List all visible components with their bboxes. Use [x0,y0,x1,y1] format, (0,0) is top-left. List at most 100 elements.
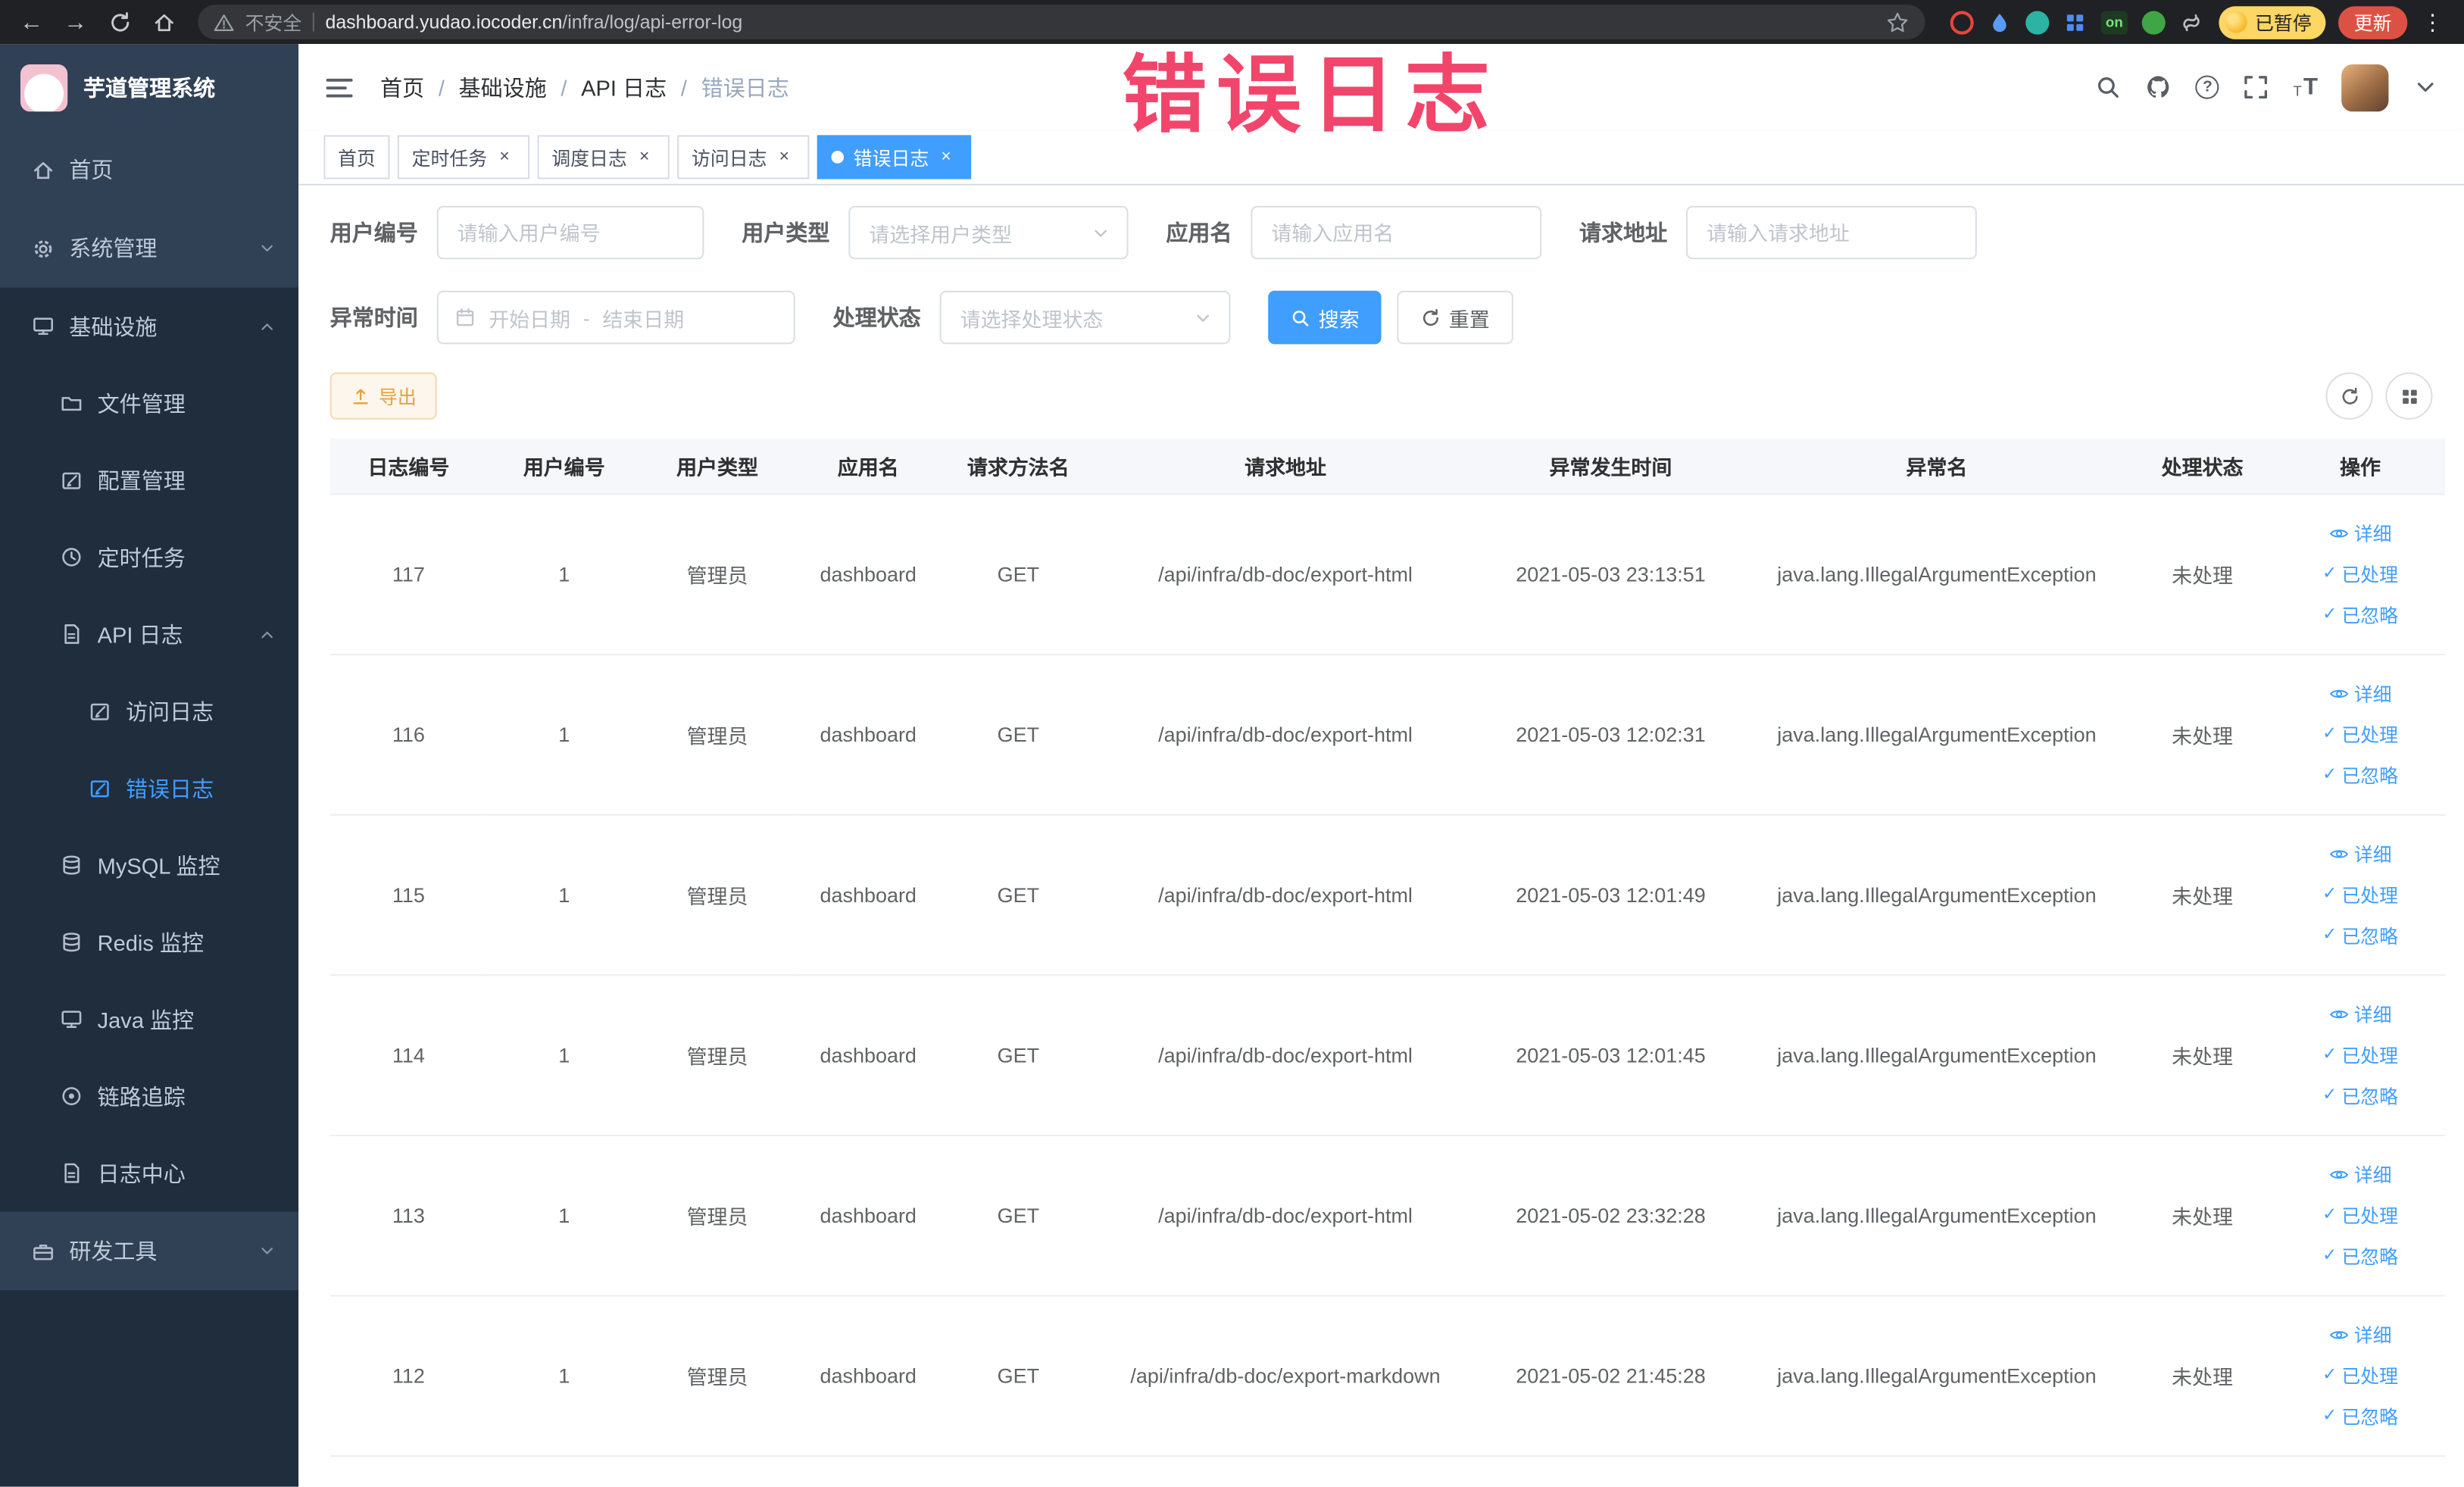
tab-home[interactable]: 首页 [323,135,390,180]
cell-method: GET [942,814,1094,976]
reset-button[interactable]: 重置 [1397,290,1513,345]
help-icon[interactable]: ? [2195,75,2220,99]
extension-icon[interactable] [1950,10,1974,34]
sidebar-item-file-management[interactable]: 文件管理 [0,364,298,442]
detail-link[interactable]: 详细 [2281,834,2438,875]
column-header: 操作 [2275,438,2446,495]
close-icon[interactable]: × [935,146,957,168]
detail-link[interactable]: 详细 [2281,673,2438,714]
cell-actions: 详细 ✓ 已处理 ✓ 已忽略 [2275,1295,2446,1457]
update-button[interactable]: 更新 [2338,5,2408,39]
sidebar-item-config-management[interactable]: 配置管理 [0,442,298,519]
user-id-label: 用户编号 [329,220,418,245]
breadcrumb-separator: / [561,74,567,100]
cell-exception: java.lang.IllegalArgumentException [1744,494,2130,656]
ignored-link[interactable]: ✓ 已忽略 [2281,1396,2438,1437]
ignored-link[interactable]: ✓ 已忽略 [2281,915,2438,956]
cell-exception: java.lang.IllegalArgumentException [1744,1135,2130,1297]
sidebar-filler [0,1290,299,1487]
column-settings-button[interactable] [2385,372,2433,420]
process-status-label: 处理状态 [832,305,921,330]
search-icon[interactable] [2095,74,2122,101]
detail-link[interactable]: 详细 [2281,1154,2438,1195]
column-header: 应用名 [793,438,943,495]
export-button[interactable]: 导出 [329,372,437,420]
detail-link[interactable]: 详细 [2281,513,2438,554]
reload-button[interactable] [101,3,139,41]
github-icon[interactable] [2146,74,2172,101]
sidebar-item-mysql-monitor[interactable]: MySQL 监控 [0,826,298,904]
logo[interactable]: 芋道管理系统 [0,44,298,130]
cell-actions: 详细 ✓ 已处理 ✓ 已忽略 [2275,814,2446,976]
sidebar-item-api-log[interactable]: API 日志 [0,595,298,673]
cell-app-name: dashboard [793,975,943,1136]
request-url-input[interactable] [1686,205,1977,260]
user-type-select[interactable]: 请选择用户类型 [848,205,1129,260]
detail-link[interactable]: 详细 [2281,994,2438,1035]
process-status-select[interactable]: 请选择处理状态 [939,290,1231,345]
extension-icon[interactable] [2025,10,2050,34]
tab-access-log[interactable]: 访问日志 × [677,135,810,180]
extension-icon[interactable] [2179,10,2203,33]
processed-link[interactable]: ✓ 已处理 [2281,554,2438,595]
cell-status: 未处理 [2129,975,2276,1136]
user-id-input[interactable] [436,205,704,260]
sidebar-item-log-center[interactable]: 日志中心 [0,1135,298,1212]
refresh-table-button[interactable] [2325,372,2373,420]
ignored-link[interactable]: ✓ 已忽略 [2281,595,2438,636]
sidebar-item-devtools[interactable]: 研发工具 [0,1212,298,1291]
breadcrumb-item[interactable]: 基础设施 [459,71,547,102]
extension-icon[interactable]: on [2100,10,2128,34]
table-header-row: 日志编号 用户编号 用户类型 应用名 请求方法名 请求地址 异常发生时间 异常名… [329,438,2446,495]
avatar[interactable] [2341,64,2389,111]
sidebar-item-java-monitor[interactable]: Java 监控 [0,981,298,1058]
sidebar-item-home[interactable]: 首页 [0,130,298,209]
breadcrumb-item[interactable]: API 日志 [581,71,667,102]
ignored-link[interactable]: ✓ 已忽略 [2281,1076,2438,1117]
close-icon[interactable]: × [633,146,655,168]
home-button[interactable] [145,3,183,41]
processed-link[interactable]: ✓ 已处理 [2281,1195,2438,1236]
extension-icon[interactable] [1988,10,2011,33]
processed-link[interactable]: ✓ 已处理 [2281,714,2438,755]
font-size-icon[interactable]: TT [2294,76,2319,99]
processed-link[interactable]: ✓ 已处理 [2281,1355,2438,1396]
forward-button[interactable]: → [57,3,95,41]
processed-link[interactable]: ✓ 已处理 [2281,875,2438,916]
bookmark-star-icon[interactable] [1885,10,1909,33]
ignored-link[interactable]: ✓ 已忽略 [2281,1236,2438,1277]
cell-log-id: 114 [329,975,488,1136]
date-range-picker[interactable]: 开始日期 - 结束日期 [436,290,795,345]
extension-icon[interactable] [2141,10,2166,34]
sidebar-item-scheduled-jobs[interactable]: 定时任务 [0,519,298,596]
sidebar-item-error-log[interactable]: 错误日志 [0,750,298,827]
browser-menu-icon[interactable]: ⋮ [2414,3,2452,41]
paused-badge[interactable]: 已暂停 [2219,5,2326,39]
close-icon[interactable]: × [773,146,795,168]
address-bar[interactable]: 不安全 dashboard.yudao.iocoder.cn/infra/log… [198,5,1925,39]
search-button[interactable]: 搜索 [1268,290,1382,345]
tab-scheduled-jobs[interactable]: 定时任务 × [397,135,530,180]
processed-link[interactable]: ✓ 已处理 [2281,1035,2438,1076]
hamburger-icon[interactable] [323,71,354,102]
tab-dispatch-log[interactable]: 调度日志 × [537,135,670,180]
sidebar-item-redis-monitor[interactable]: Redis 监控 [0,904,298,981]
chevron-down-icon[interactable] [2412,74,2439,101]
back-button[interactable]: ← [13,3,51,41]
ignored-link[interactable]: ✓ 已忽略 [2281,755,2438,796]
column-header: 请求地址 [1093,438,1478,495]
close-icon[interactable]: × [493,146,515,168]
table-tools [2325,372,2433,420]
breadcrumb-item[interactable]: 首页 [380,71,424,102]
extension-icon[interactable] [2063,10,2087,33]
app-name-input[interactable] [1251,205,1542,260]
sidebar-item-tracing[interactable]: 链路追踪 [0,1057,298,1135]
tab-error-log[interactable]: 错误日志 × [817,135,972,180]
sidebar-item-system[interactable]: 系统管理 [0,209,298,288]
detail-link[interactable]: 详细 [2281,1314,2438,1355]
chevron-down-icon [1193,308,1213,328]
fullscreen-icon[interactable] [2243,74,2269,101]
sidebar-item-infrastructure[interactable]: 基础设施 [0,288,298,365]
exception-time-label: 异常时间 [329,305,418,330]
sidebar-item-access-log[interactable]: 访问日志 [0,673,298,750]
